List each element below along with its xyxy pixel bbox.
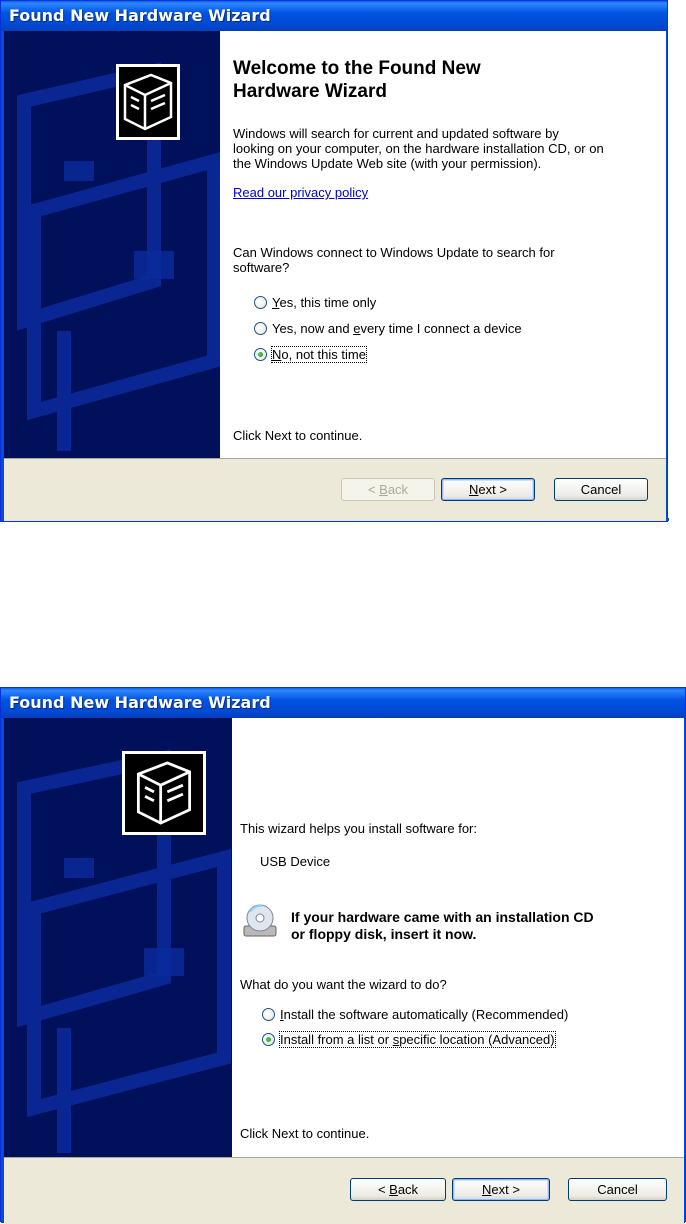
cd-drive-icon [243,904,277,937]
option-install-automatically[interactable]: Install the software automatically (Reco… [262,1007,568,1022]
wizard-window-1: Found New Hardware Wizard Welcome to the… [0,0,669,522]
button-bar: < Back Next > Cancel [4,458,666,521]
back-button[interactable]: < Back [341,478,435,501]
title-bar[interactable]: Found New Hardware Wizard [1,688,685,718]
cd-instruction-line-2: or floppy disk, insert it now. [291,926,477,942]
title-bar[interactable]: Found New Hardware Wizard [1,1,667,31]
wizard-content: Welcome to the Found New Hardware Wizard… [220,31,666,458]
wizard-window-2: Found New Hardware Wizard This wizard he… [0,687,686,1224]
radio-label[interactable]: No, not this time [271,346,367,363]
wizard-side-panel [4,718,232,1157]
device-name: USB Device [260,854,331,869]
description-line-3: the Windows Update Web site (with your p… [233,156,542,171]
question-line-1: Can Windows connect to Windows Update to… [233,245,555,260]
option-no-not-this-time[interactable]: No, not this time [254,346,367,363]
heading-line-2: Hardware Wizard [233,81,387,102]
window-title: Found New Hardware Wizard [9,693,271,712]
wizard-side-panel [4,31,220,458]
next-button[interactable]: Next > [441,478,535,501]
radio-yes-every-time[interactable] [254,322,267,335]
description-line-1: Windows will search for current and upda… [233,126,559,141]
back-button[interactable]: < Back [350,1178,446,1201]
wizard-question: What do you want the wizard to do? [240,977,447,992]
option-yes-every-time[interactable]: Yes, now and every time I connect a devi… [254,321,522,336]
hardware-logo-icon [116,64,180,140]
cancel-button[interactable]: Cancel [568,1178,667,1201]
wizard-content: This wizard helps you install software f… [232,718,684,1157]
intro-text: This wizard helps you install software f… [240,821,477,836]
next-button[interactable]: Next > [452,1178,550,1201]
continue-text: Click Next to continue. [233,428,363,443]
question-line-2: software? [233,260,290,275]
radio-install-from-list[interactable] [262,1033,275,1046]
cd-instruction: If your hardware came with an installati… [291,909,594,943]
continue-text: Click Next to continue. [240,1126,370,1141]
radio-no-not-this-time[interactable] [254,348,267,361]
description: Windows will search for current and upda… [233,126,658,171]
button-bar: < Back Next > Cancel [4,1157,684,1224]
cd-instruction-line-1: If your hardware came with an installati… [291,909,594,925]
window-title: Found New Hardware Wizard [9,6,271,25]
option-install-from-list[interactable]: Install from a list or specific location… [262,1031,556,1048]
option-yes-this-time[interactable]: Yes, this time only [254,295,376,310]
update-question: Can Windows connect to Windows Update to… [233,245,555,275]
privacy-policy-link[interactable]: Read our privacy policy [233,185,368,200]
radio-label[interactable]: Install from a list or specific location… [279,1031,556,1048]
watermark-graphic [17,62,220,451]
radio-yes-this-time[interactable] [254,296,267,309]
radio-label[interactable]: Yes, this time only [272,295,376,310]
radio-install-automatically[interactable] [262,1008,275,1021]
description-line-2: looking on your computer, on the hardwar… [233,141,604,156]
page-heading: Welcome to the Found New Hardware Wizard [233,57,481,103]
heading-line-1: Welcome to the Found New [233,58,481,79]
cancel-button[interactable]: Cancel [554,478,648,501]
hardware-logo-icon [122,751,206,835]
radio-label[interactable]: Install the software automatically (Reco… [280,1007,568,1022]
radio-label[interactable]: Yes, now and every time I connect a devi… [272,321,522,336]
